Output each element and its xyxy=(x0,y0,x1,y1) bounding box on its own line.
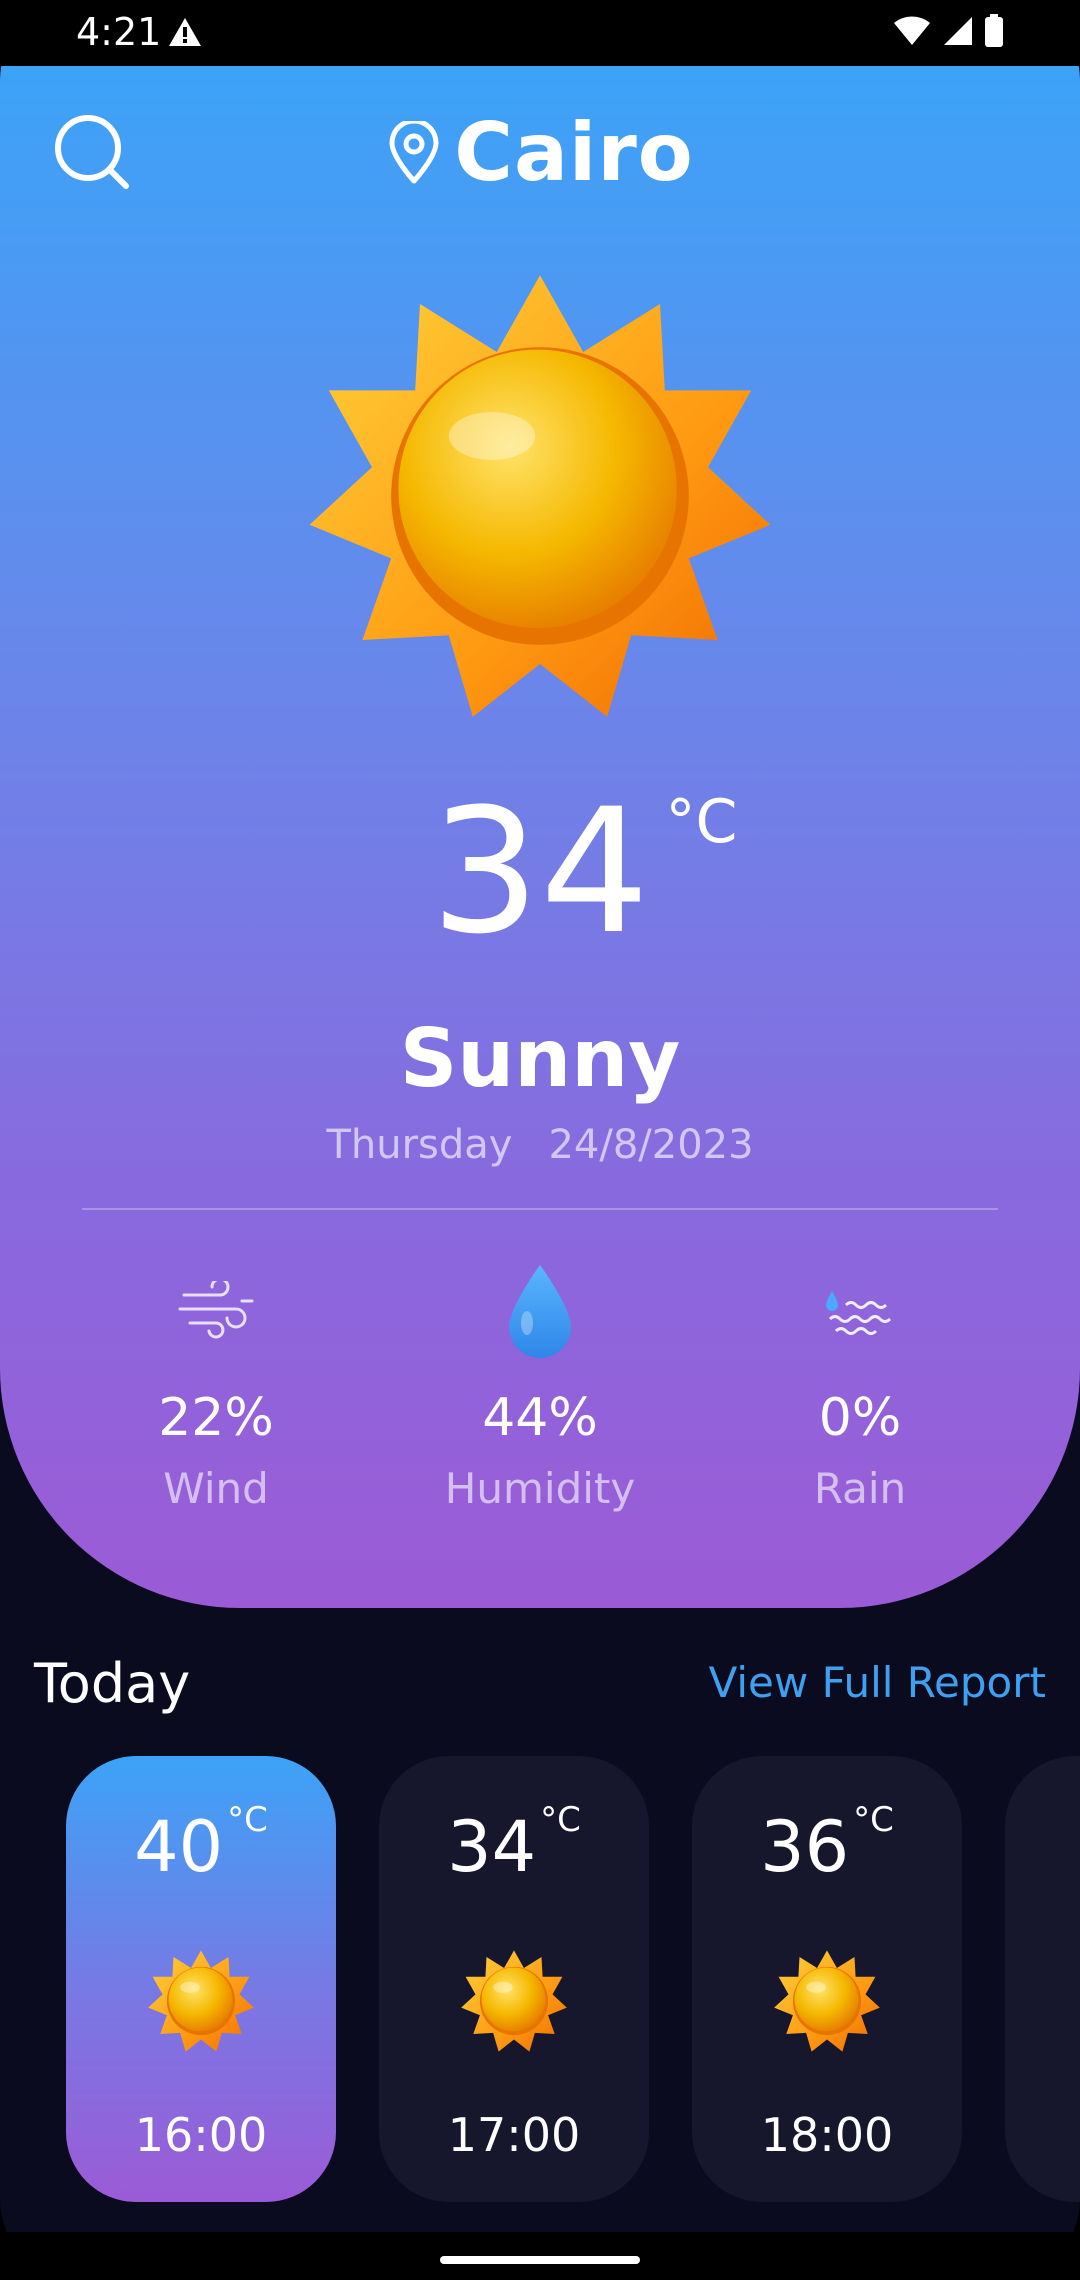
rain-icon xyxy=(826,1291,892,1335)
hour-temp: 40 xyxy=(134,1806,224,1888)
battery-icon xyxy=(984,14,1004,52)
sun-icon xyxy=(300,256,780,736)
wifi-icon xyxy=(892,15,932,51)
hour-time: 16:00 xyxy=(134,2108,268,2162)
hour-temp: 34 xyxy=(447,1806,537,1888)
hourly-card[interactable]: 36 °C 18:00 xyxy=(692,1756,962,2202)
stat-value: 0% xyxy=(818,1388,902,1448)
stat-value: 22% xyxy=(158,1388,274,1448)
stat-label: Humidity xyxy=(444,1464,636,1513)
current-weather-card: Cairo 34 °C Sunny Thursday 24/8/2023 22%… xyxy=(0,66,1080,1608)
city-name: Cairo xyxy=(454,106,694,199)
stat-value: 44% xyxy=(482,1388,598,1448)
wind-icon xyxy=(178,1281,254,1339)
location-header[interactable]: Cairo xyxy=(0,106,1080,199)
hour-temp-unit: °C xyxy=(540,1800,581,1840)
hourly-card[interactable]: 34 °C 17:00 xyxy=(379,1756,649,2202)
hourly-card[interactable]: 40 °C 16:00 xyxy=(66,1756,336,2202)
weather-condition: Sunny xyxy=(399,1012,681,1105)
hour-temp-unit: °C xyxy=(227,1800,268,1840)
sun-icon xyxy=(459,1946,569,2056)
sun-icon xyxy=(772,1946,882,2056)
stat-label: Wind xyxy=(163,1464,269,1513)
date-row: Thursday 24/8/2023 xyxy=(0,1122,1080,1168)
current-temperature: 34 °C xyxy=(0,786,1080,958)
hour-time: 18:00 xyxy=(760,2108,894,2162)
hour-temp-unit: °C xyxy=(853,1800,894,1840)
view-full-report-link[interactable]: View Full Report xyxy=(709,1658,1046,1707)
water-drop-icon xyxy=(509,1265,571,1358)
status-time: 4:21 xyxy=(76,10,162,54)
temperature-unit: °C xyxy=(665,787,738,857)
temperature-value: 34 xyxy=(430,771,650,972)
warning-icon xyxy=(168,16,202,52)
today-heading: Today xyxy=(34,1652,191,1715)
signal-icon xyxy=(942,15,974,51)
hour-temp: 36 xyxy=(760,1806,850,1888)
stat-wind: 22% Wind xyxy=(86,1256,346,1513)
home-indicator[interactable] xyxy=(440,2256,640,2264)
status-bar: 4:21 xyxy=(0,0,1080,66)
hourly-card-partial[interactable] xyxy=(1005,1756,1080,2202)
date-value: 24/8/2023 xyxy=(548,1122,754,1168)
stat-label: Rain xyxy=(813,1464,907,1513)
weather-app-screen: 4:21 Cairo 34 °C Sunny Thursday 24/8/202… xyxy=(0,0,1080,2280)
stat-rain: 0% Rain xyxy=(730,1256,990,1513)
day-name: Thursday xyxy=(326,1122,513,1168)
divider xyxy=(82,1208,998,1210)
hour-time: 17:00 xyxy=(447,2108,581,2162)
sun-icon xyxy=(146,1946,256,2056)
stat-humidity: 44% Humidity xyxy=(410,1256,670,1513)
location-pin-icon xyxy=(389,120,439,183)
